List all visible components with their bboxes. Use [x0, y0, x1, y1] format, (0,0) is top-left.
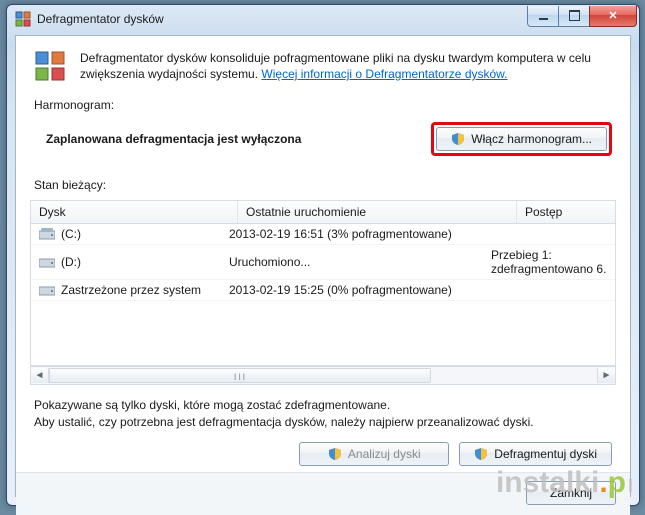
- shield-icon: [451, 132, 465, 146]
- scroll-left-arrow[interactable]: ◄: [31, 368, 49, 383]
- enable-schedule-label: Włącz harmonogram...: [471, 132, 592, 146]
- table-row[interactable]: Zastrzeżone przez system 2013-02-19 15:2…: [31, 280, 615, 301]
- drive-icon: [39, 228, 55, 240]
- schedule-row: Zaplanowana defragmentacja jest wyłączon…: [16, 116, 630, 170]
- drive-icon: [39, 256, 55, 268]
- drive-icon: [39, 284, 55, 296]
- disk-list-header: Dysk Ostatnie uruchomienie Postęp: [31, 201, 615, 224]
- close-button[interactable]: Zamknij: [526, 481, 616, 505]
- analyze-label: Analizuj dyski: [348, 447, 421, 461]
- schedule-status: Zaplanowana defragmentacja jest wyłączon…: [46, 132, 301, 146]
- highlight-annotation: Włącz harmonogram...: [431, 122, 612, 156]
- titlebar[interactable]: Defragmentator dysków ✕: [7, 5, 639, 33]
- schedule-label: Harmonogram:: [16, 90, 630, 116]
- defrag-app-icon: [15, 11, 31, 27]
- defrag-large-icon: [34, 50, 66, 82]
- more-info-link[interactable]: Więcej informacji o Defragmentatorze dys…: [261, 67, 507, 81]
- shield-icon: [474, 447, 488, 461]
- shield-icon: [328, 447, 342, 461]
- current-state-label: Stan bieżący:: [16, 170, 630, 196]
- progress: [483, 231, 615, 237]
- client-area: Defragmentator dysków konsoliduje pofrag…: [15, 35, 631, 497]
- scroll-thumb[interactable]: ııı: [49, 368, 431, 383]
- window-controls: ✕: [528, 6, 637, 27]
- col-header-last-run[interactable]: Ostatnie uruchomienie: [238, 201, 517, 223]
- maximize-button[interactable]: [558, 6, 590, 27]
- close-label: Zamknij: [550, 486, 592, 500]
- disk-list-body: (C:) 2013-02-19 16:51 (3% pofragmentowan…: [31, 224, 615, 365]
- footer-note: Pokazywane są tylko dyski, które mogą zo…: [16, 385, 630, 433]
- scroll-right-arrow[interactable]: ►: [597, 368, 615, 383]
- disk-list: Dysk Ostatnie uruchomienie Postęp (C:) 2…: [30, 200, 616, 366]
- last-run: Uruchomiono...: [221, 252, 483, 272]
- col-header-disk[interactable]: Dysk: [31, 201, 238, 223]
- last-run: 2013-02-19 16:51 (3% pofragmentowane): [221, 224, 483, 244]
- defragment-label: Defragmentuj dyski: [494, 447, 597, 461]
- col-header-progress[interactable]: Postęp: [517, 201, 615, 223]
- action-buttons: Analizuj dyski Defragmentuj dyski: [16, 434, 630, 472]
- analyze-button[interactable]: Analizuj dyski: [299, 442, 449, 466]
- description-text: Defragmentator dysków konsoliduje pofrag…: [80, 50, 612, 82]
- enable-schedule-button[interactable]: Włącz harmonogram...: [436, 127, 607, 151]
- progress: [483, 287, 615, 293]
- horizontal-scrollbar[interactable]: ◄ ııı ►: [30, 366, 616, 385]
- close-row: Zamknij: [16, 472, 630, 515]
- table-row[interactable]: (D:) Uruchomiono... Przebieg 1: zdefragm…: [31, 245, 615, 280]
- minimize-button[interactable]: [527, 6, 559, 27]
- defrag-window: Defragmentator dysków ✕ Defragmentator d…: [6, 4, 640, 506]
- defragment-button[interactable]: Defragmentuj dyski: [459, 442, 612, 466]
- table-row[interactable]: (C:) 2013-02-19 16:51 (3% pofragmentowan…: [31, 224, 615, 245]
- disk-name: Zastrzeżone przez system: [61, 283, 201, 297]
- window-title: Defragmentator dysków: [37, 12, 164, 26]
- close-window-button[interactable]: ✕: [589, 6, 637, 27]
- disk-name: (D:): [61, 255, 81, 269]
- disk-name: (C:): [61, 227, 81, 241]
- footer-note-2: Aby ustalić, czy potrzebna jest defragme…: [34, 414, 612, 430]
- description-row: Defragmentator dysków konsoliduje pofrag…: [16, 36, 630, 90]
- last-run: 2013-02-19 15:25 (0% pofragmentowane): [221, 280, 483, 300]
- progress: Przebieg 1: zdefragmentowano 6.: [483, 245, 615, 279]
- footer-note-1: Pokazywane są tylko dyski, które mogą zo…: [34, 397, 612, 413]
